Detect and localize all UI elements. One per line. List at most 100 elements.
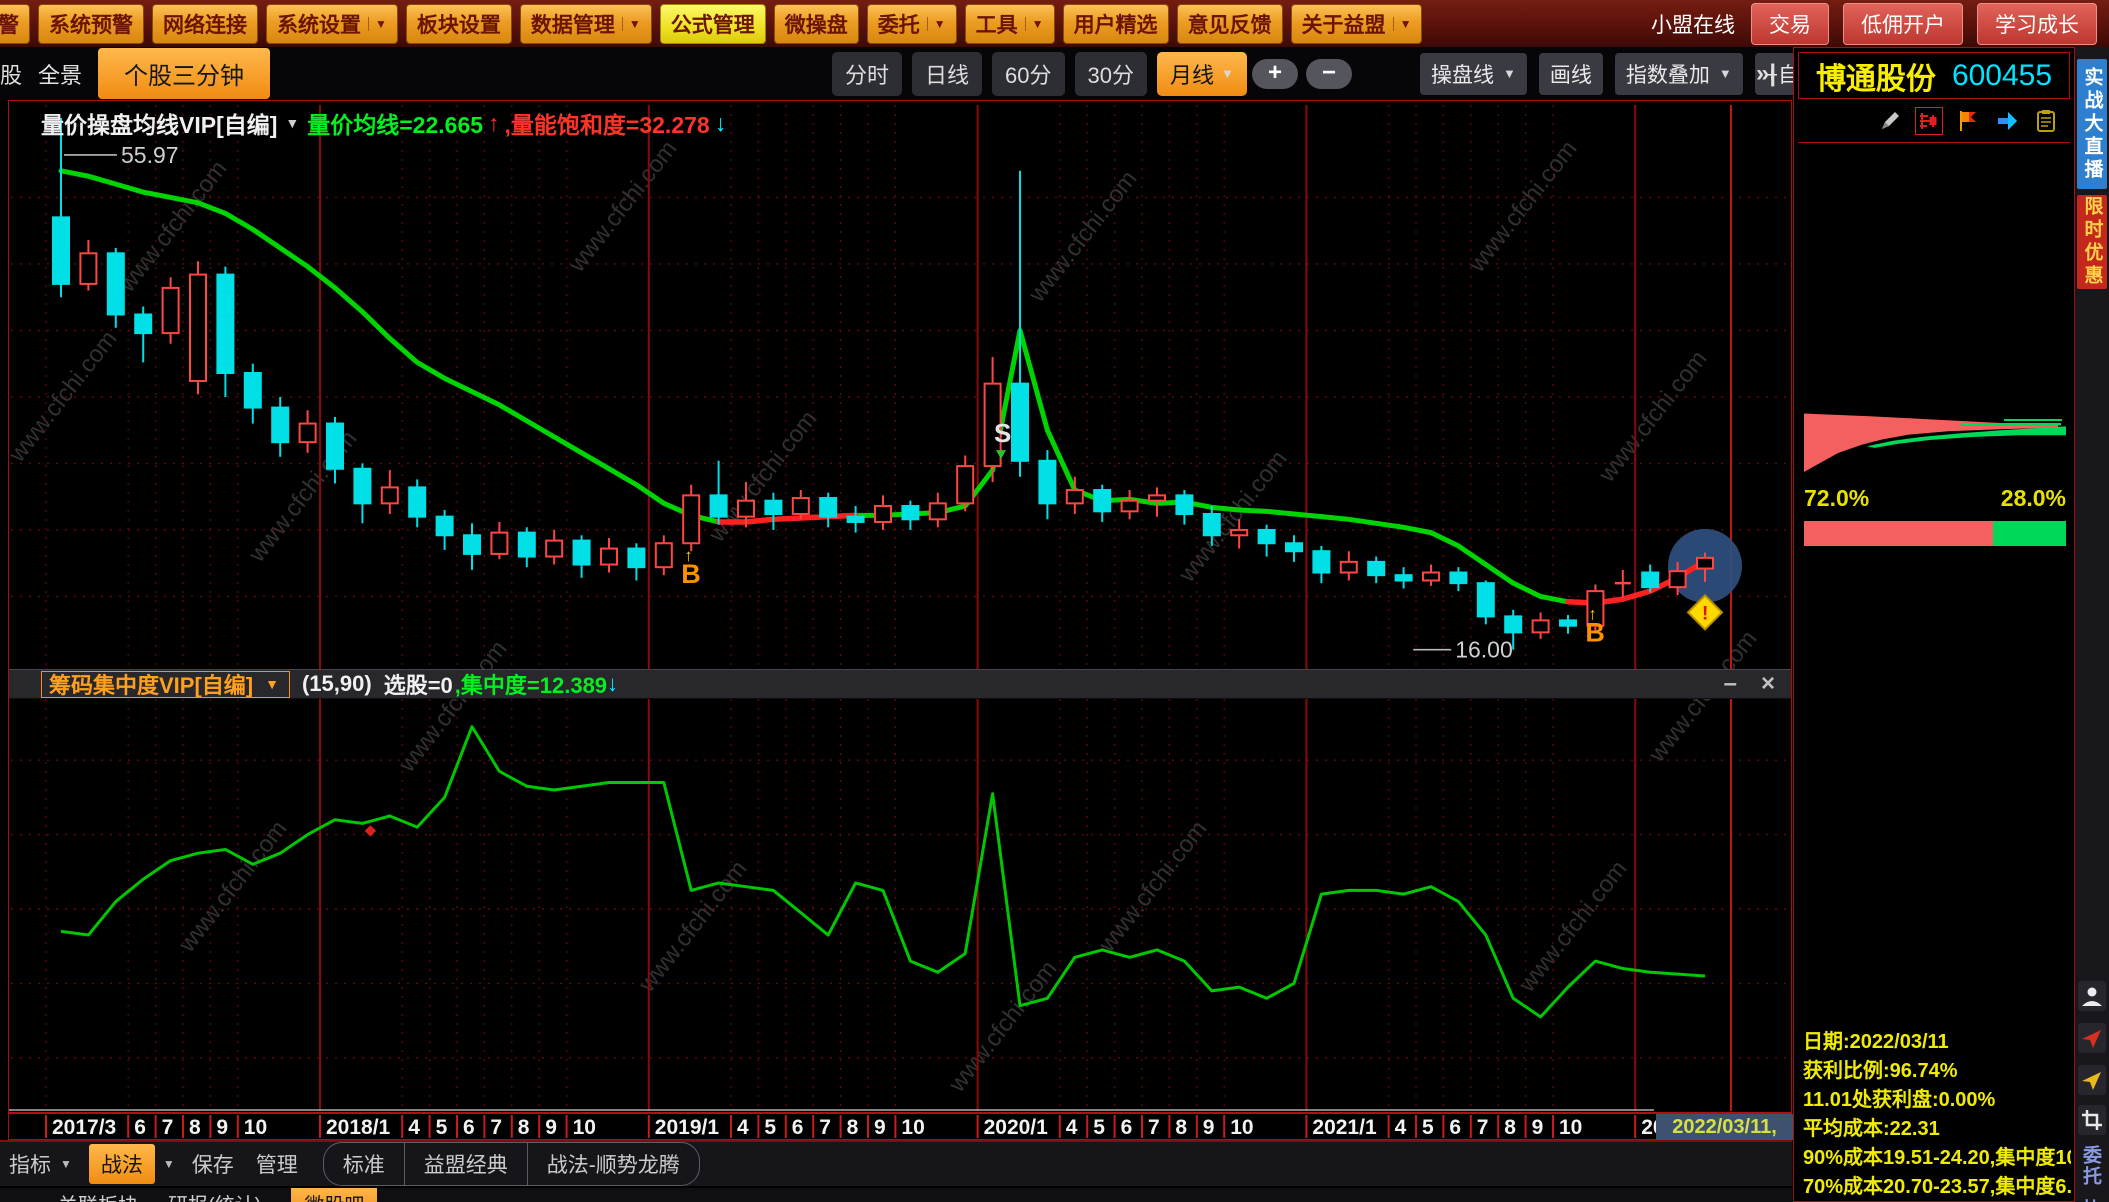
menu-item-label: 委托 [878,9,920,39]
axis-label: 7 [162,1116,174,1139]
collapse-panel-icon[interactable]: »| [1756,60,1776,88]
side-tab-实战大直播[interactable]: 实战大直播 [2077,59,2107,189]
candle-body [135,314,151,333]
chevron-down-icon[interactable]: ▼ [282,115,302,131]
partial-tab-微股吧[interactable]: 微股吧 [291,1188,377,1202]
minimize-icon[interactable]: – [1724,670,1737,698]
chip-bar-green [1993,521,2066,546]
candle-body [272,408,288,443]
profit-pct-label: 72.0% [1804,485,1869,512]
tool-操盘线[interactable]: 操盘线▼ [1420,53,1527,95]
tool-指数叠加[interactable]: 指数叠加▼ [1615,53,1743,95]
menu-item-数据管理[interactable]: 数据管理▼ [520,4,652,44]
candle-body [1450,573,1466,584]
indicator-menu-button[interactable]: 指标▼ [0,1145,85,1183]
period-active[interactable]: 月线▼ [1157,52,1247,96]
menu-item-公式管理[interactable]: 公式管理 [660,4,766,44]
pen-icon[interactable] [1876,107,1904,135]
menu-item-委托[interactable]: 委托▼ [867,4,957,44]
menu-item-意见反馈[interactable]: 意见反馈 [1177,4,1283,44]
clipboard-icon[interactable] [2032,107,2060,135]
candle-body [711,495,727,516]
collapse-group: »| [1756,47,1776,100]
menu-item-系统设置[interactable]: 系统设置 ▼ [266,4,398,44]
arrow-right-icon[interactable] [1993,107,2021,135]
menu-item-关于益盟[interactable]: 关于益盟▼ [1291,4,1423,44]
candle-body [628,549,644,568]
candle-body [848,517,864,522]
menu-item-工具[interactable]: 工具▼ [965,4,1055,44]
manage-button[interactable]: 管理 [247,1145,307,1183]
menu-item-用户精选[interactable]: 用户精选 [1063,4,1169,44]
template-pill-益盟经典[interactable]: 益盟经典 [404,1143,527,1185]
tool-label: 画线 [1550,59,1592,89]
menu-right-button-低佣开户[interactable]: 低佣开户 [1843,3,1963,45]
chevron-down-icon[interactable]: ▼ [159,1157,179,1171]
main-indicator-name[interactable]: 量价操盘均线VIP[自编] [41,106,277,140]
stock-3min-button[interactable]: 个股三分钟 [98,48,270,99]
period-日线[interactable]: 日线 [912,52,982,96]
menu-bar: 预警系统预警网络连接系统设置 ▼ 板块设置数据管理▼公式管理微操盘委托▼工具▼ 用户精… [0,0,2109,47]
toolbar-partial-label[interactable]: 股 [0,58,22,90]
main-indicator-value1: 量价均线=22.665 [307,106,483,140]
menu-item-预警[interactable]: 预警 [0,4,30,44]
tool-画线[interactable]: 画线 [1539,53,1603,95]
candle-body [327,424,343,469]
menu-item-网络连接[interactable]: 网络连接 [152,4,258,44]
partial-tab-关联板块[interactable]: 关联板块 [58,1189,138,1202]
zoom-out-button[interactable]: − [1306,59,1352,89]
sub-indicator-selector[interactable]: 筹码集中度VIP[自编] ▼ [41,671,290,698]
axis-label: 8 [518,1116,530,1139]
menu-item-板块设置[interactable]: 板块设置 [406,4,512,44]
period-30分[interactable]: 30分 [1075,52,1147,96]
chip-ratio-bar [1804,521,2066,546]
candle-body [1505,616,1521,632]
period-分时[interactable]: 分时 [832,52,902,96]
zoom-in-button[interactable]: + [1252,59,1298,89]
chart-area[interactable]: www.cfchi.comwww.cfchi.comwww.cfchi.comw… [8,100,1792,1140]
save-button[interactable]: 保存 [183,1145,243,1183]
axis-label: 7 [1477,1116,1489,1139]
flag-icon[interactable] [1954,107,1982,135]
kline-view-icon[interactable] [1915,107,1943,135]
candle-body [382,487,398,503]
side-vertical-label-委托[interactable]: 委托 [2080,1145,2104,1187]
menu-right-button-学习成长[interactable]: 学习成长 [1977,3,2097,45]
menu-item-微操盘[interactable]: 微操盘 [774,4,859,44]
red-rocket-icon[interactable] [2078,1023,2106,1053]
axis-label: 5 [436,1116,448,1139]
candle-body [1039,461,1055,504]
stock-header[interactable]: 博通股份 600455 [1798,52,2070,99]
crop-tool-icon[interactable] [2078,1105,2106,1135]
menu-item-label: 系统设置 [277,9,361,39]
candle-body [217,275,233,373]
watermark-text: www.cfchi.com [943,956,1063,1098]
template-pill-战法-顺势龙腾[interactable]: 战法-顺势龙腾 [527,1143,699,1185]
partial-tab-研报(统计)[interactable]: 研报(统计) [168,1189,261,1202]
candle-body [491,533,507,554]
yellow-rocket-icon[interactable] [2078,1065,2106,1095]
period-60分[interactable]: 60分 [992,52,1064,96]
candle-body [546,541,562,557]
user-icon[interactable] [2078,981,2106,1011]
axis-label: 4 [737,1116,749,1139]
kline-chart-canvas[interactable]: www.cfchi.comwww.cfchi.comwww.cfchi.comw… [9,101,1791,1139]
stock-name: 博通股份 [1816,54,1936,98]
crosshair-date-box: 2022/03/11, [1656,1114,1793,1140]
axis-label: 10 [901,1116,924,1139]
panorama-button[interactable]: 全景 [32,54,88,94]
menu-right-button-交易[interactable]: 交易 [1751,3,1829,45]
chevron-down-icon: ▼ [368,17,387,31]
stock-code: 600455 [1952,59,2052,93]
tactic-menu-button[interactable]: 战法 [89,1144,155,1184]
side-tab-限时优惠[interactable]: 限时优惠 [2077,195,2107,289]
price-tag-low: 16.00 [1455,637,1513,663]
template-pill-标准[interactable]: 标准 [324,1143,404,1185]
chip-distribution-block: 72.0% 28.0% [1804,404,2066,546]
menu-item-label: 系统预警 [49,9,133,39]
menu-item-label: 用户精选 [1074,9,1158,39]
menu-item-系统预警[interactable]: 系统预警 [38,4,144,44]
online-status-link[interactable]: 小盟在线 [1651,9,1735,39]
wedge-green-streak [1961,423,2061,425]
close-icon[interactable]: × [1761,670,1775,698]
